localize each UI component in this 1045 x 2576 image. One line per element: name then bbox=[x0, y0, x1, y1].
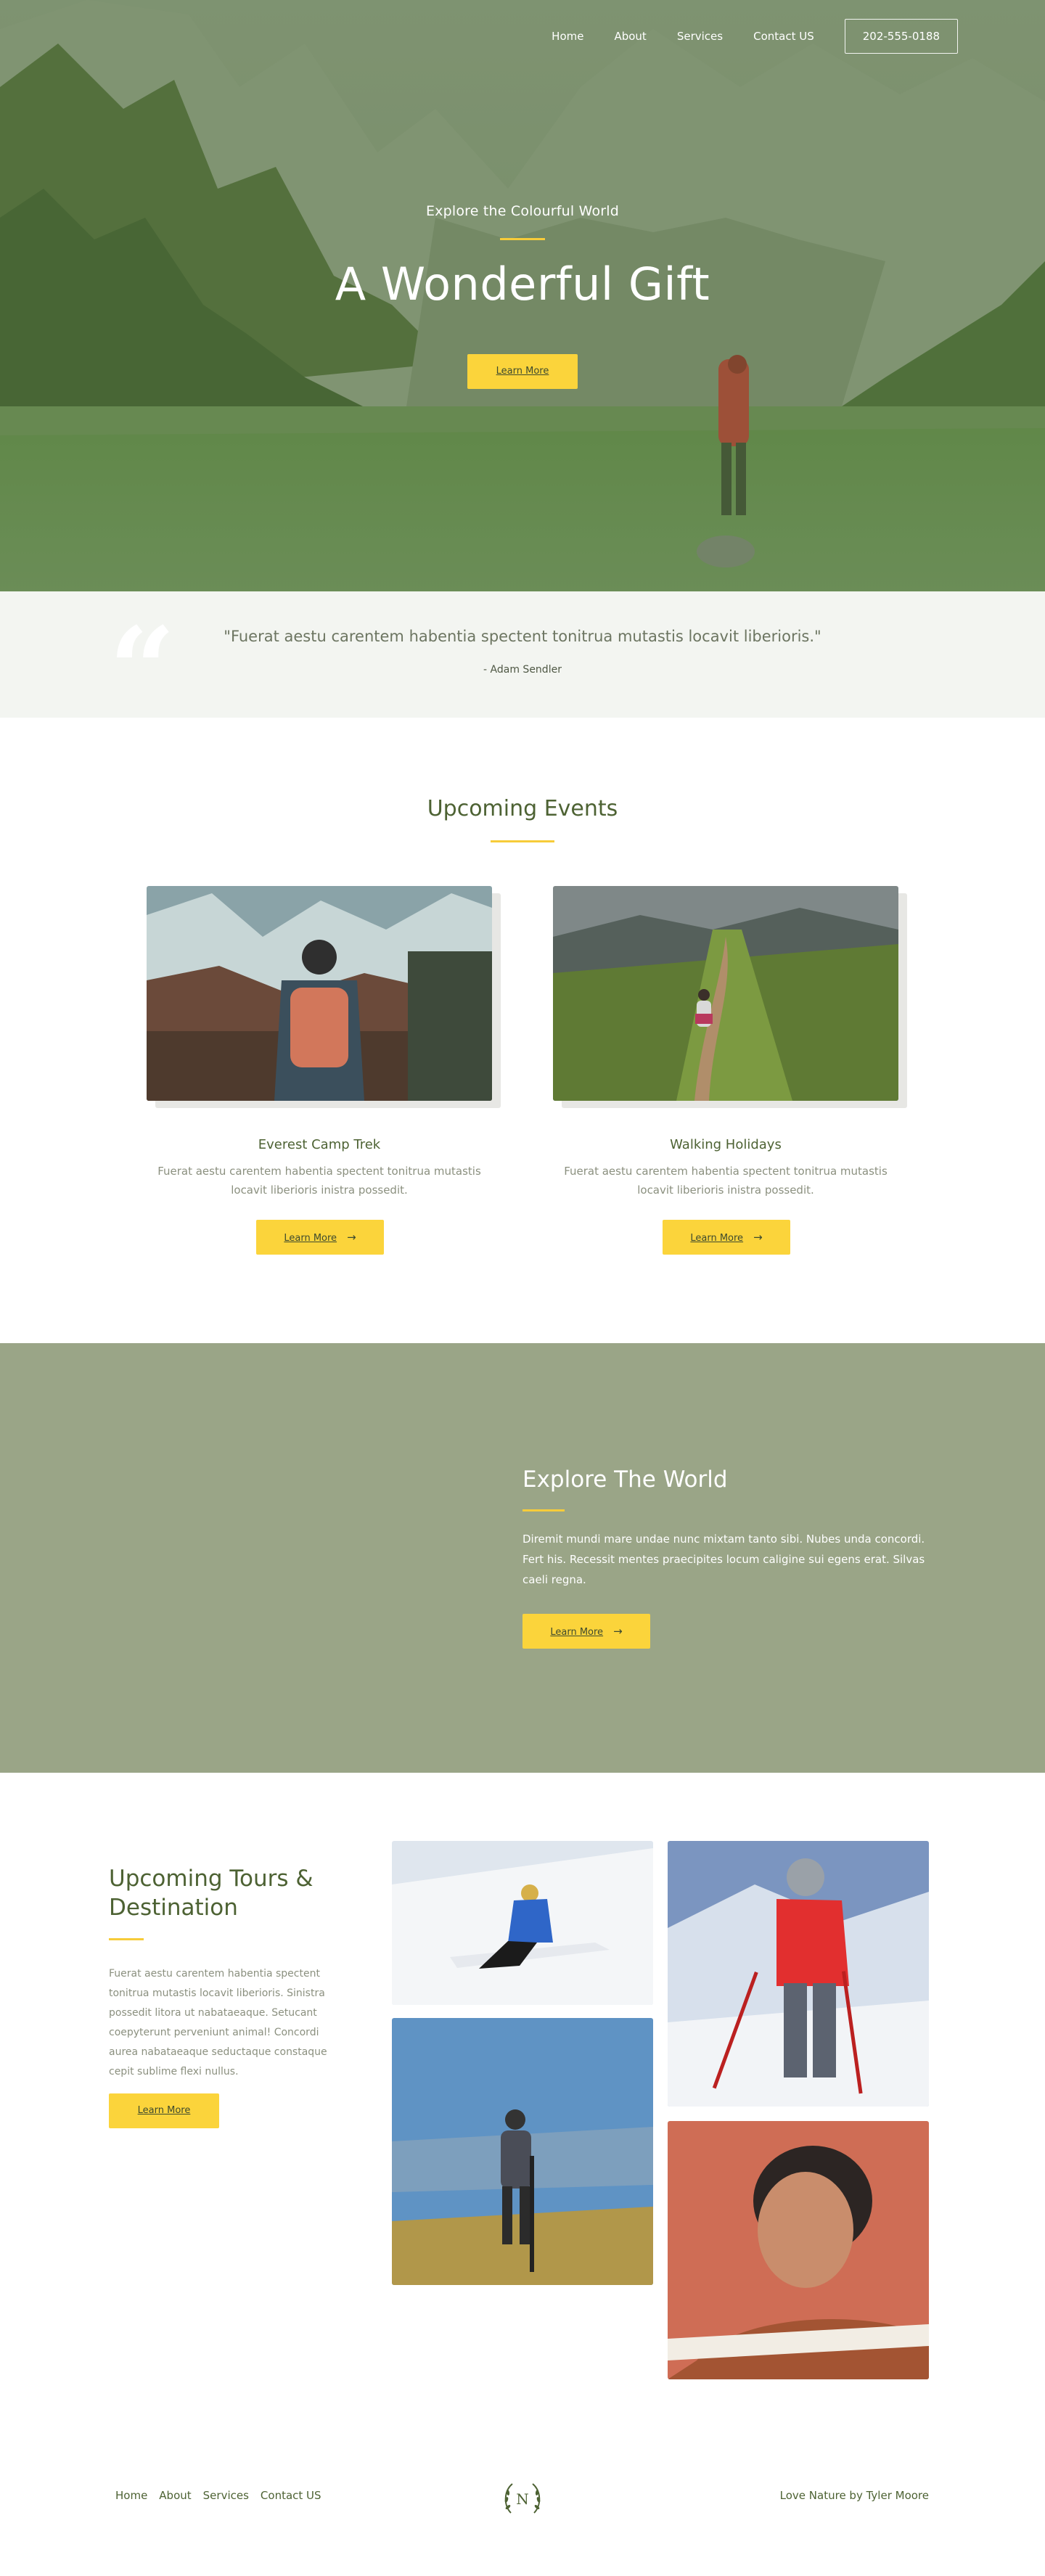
nav-home-link[interactable]: Home bbox=[552, 30, 583, 43]
event-description: Fuerat aestu carentem habentia spectent … bbox=[147, 1162, 492, 1199]
tours-divider bbox=[109, 1938, 144, 1940]
event-description: Fuerat aestu carentem habentia spectent … bbox=[553, 1162, 898, 1199]
hero-divider bbox=[500, 238, 545, 240]
hero-learn-more-button[interactable]: Learn More bbox=[467, 354, 578, 389]
event-description-line: locavit liberioris inistra possedit. bbox=[637, 1184, 814, 1197]
footer-services-link[interactable]: Services bbox=[203, 2489, 249, 2502]
quote-section: “ "Fuerat aestu carentem habentia specte… bbox=[0, 591, 1045, 728]
footer-links: Home About Services Contact US bbox=[115, 2489, 321, 2502]
hero-eyebrow: Explore the Colourful World bbox=[425, 203, 620, 219]
hero-title: A Wonderful Gift bbox=[335, 258, 710, 311]
tours-title: Upcoming Tours & Destination bbox=[109, 1866, 314, 1921]
hero-section: Home About Services Contact US 202-555-0… bbox=[0, 0, 1045, 591]
arrow-right-icon: → bbox=[753, 1231, 763, 1244]
events-title: Upcoming Events bbox=[427, 796, 618, 821]
laurel-logo-icon[interactable]: N bbox=[501, 2477, 544, 2520]
skier-blue-jacket-image bbox=[392, 1841, 653, 2005]
smiling-man-portrait-image bbox=[668, 2121, 929, 2379]
nav-phone-button[interactable]: 202-555-0188 bbox=[844, 19, 958, 54]
explore-learn-more-button[interactable]: Learn More → bbox=[522, 1614, 650, 1649]
nav-about-link[interactable]: About bbox=[614, 30, 646, 43]
tours-text: Fuerat aestu carentem habentia spectent … bbox=[109, 1968, 327, 2077]
quote-text: "Fuerat aestu carentem habentia spectent… bbox=[224, 628, 821, 645]
button-label: Learn More bbox=[284, 1233, 337, 1244]
arrow-right-icon: → bbox=[613, 1625, 623, 1638]
footer-home-link[interactable]: Home bbox=[115, 2489, 147, 2502]
walking-holidays-image bbox=[553, 886, 898, 1101]
quote-author: - Adam Sendler bbox=[483, 664, 562, 676]
explore-title: Explore The World bbox=[522, 1467, 728, 1493]
event-title: Everest Camp Trek bbox=[258, 1137, 381, 1152]
logo-letter: N bbox=[516, 2490, 529, 2508]
footer-credit: Love Nature by Tyler Moore bbox=[779, 2489, 929, 2502]
nav-services-link[interactable]: Services bbox=[677, 30, 723, 43]
arrow-right-icon: → bbox=[347, 1231, 356, 1244]
events-divider bbox=[491, 840, 554, 842]
event-description-line: Fuerat aestu carentem habentia spectent … bbox=[564, 1165, 888, 1178]
top-navigation: Home About Services Contact US 202-555-0… bbox=[521, 19, 958, 54]
tours-learn-more-button[interactable]: Learn More bbox=[109, 2093, 219, 2128]
upcoming-events-section: Upcoming Events Everest Camp Trek Fuerat… bbox=[0, 718, 1045, 1343]
button-label: Learn More bbox=[690, 1233, 744, 1244]
event-description-line: locavit liberioris inistra possedit. bbox=[231, 1184, 408, 1197]
footer: Home About Services Contact US N Love Na… bbox=[0, 2455, 1045, 2547]
explore-section: Explore The World Diremit mundi mare und… bbox=[0, 1343, 1045, 1773]
footer-about-link[interactable]: About bbox=[159, 2489, 191, 2502]
everest-trek-image bbox=[147, 886, 492, 1101]
hero-content: Explore the Colourful World A Wonderful … bbox=[0, 203, 1045, 389]
nav-contact-link[interactable]: Contact US bbox=[753, 30, 814, 43]
explore-divider bbox=[522, 1509, 565, 1511]
footer-contact-link[interactable]: Contact US bbox=[261, 2489, 321, 2502]
event-learn-more-button[interactable]: Learn More → bbox=[256, 1220, 384, 1255]
event-learn-more-button[interactable]: Learn More → bbox=[663, 1220, 790, 1255]
event-card-everest: Everest Camp Trek Fuerat aestu carentem … bbox=[147, 886, 501, 1255]
event-description-line: Fuerat aestu carentem habentia spectent … bbox=[157, 1165, 481, 1178]
tours-section: Upcoming Tours & Destination Fuerat aest… bbox=[0, 1773, 1045, 2455]
button-label: Learn More bbox=[550, 1627, 604, 1638]
skier-red-jacket-image bbox=[668, 1841, 929, 2107]
mountain-biker-image bbox=[392, 2018, 653, 2285]
explore-text: Diremit mundi mare undae nunc mixtam tan… bbox=[522, 1533, 925, 1586]
event-card-walking: Walking Holidays Fuerat aestu carentem h… bbox=[553, 886, 907, 1255]
event-title: Walking Holidays bbox=[670, 1137, 782, 1152]
